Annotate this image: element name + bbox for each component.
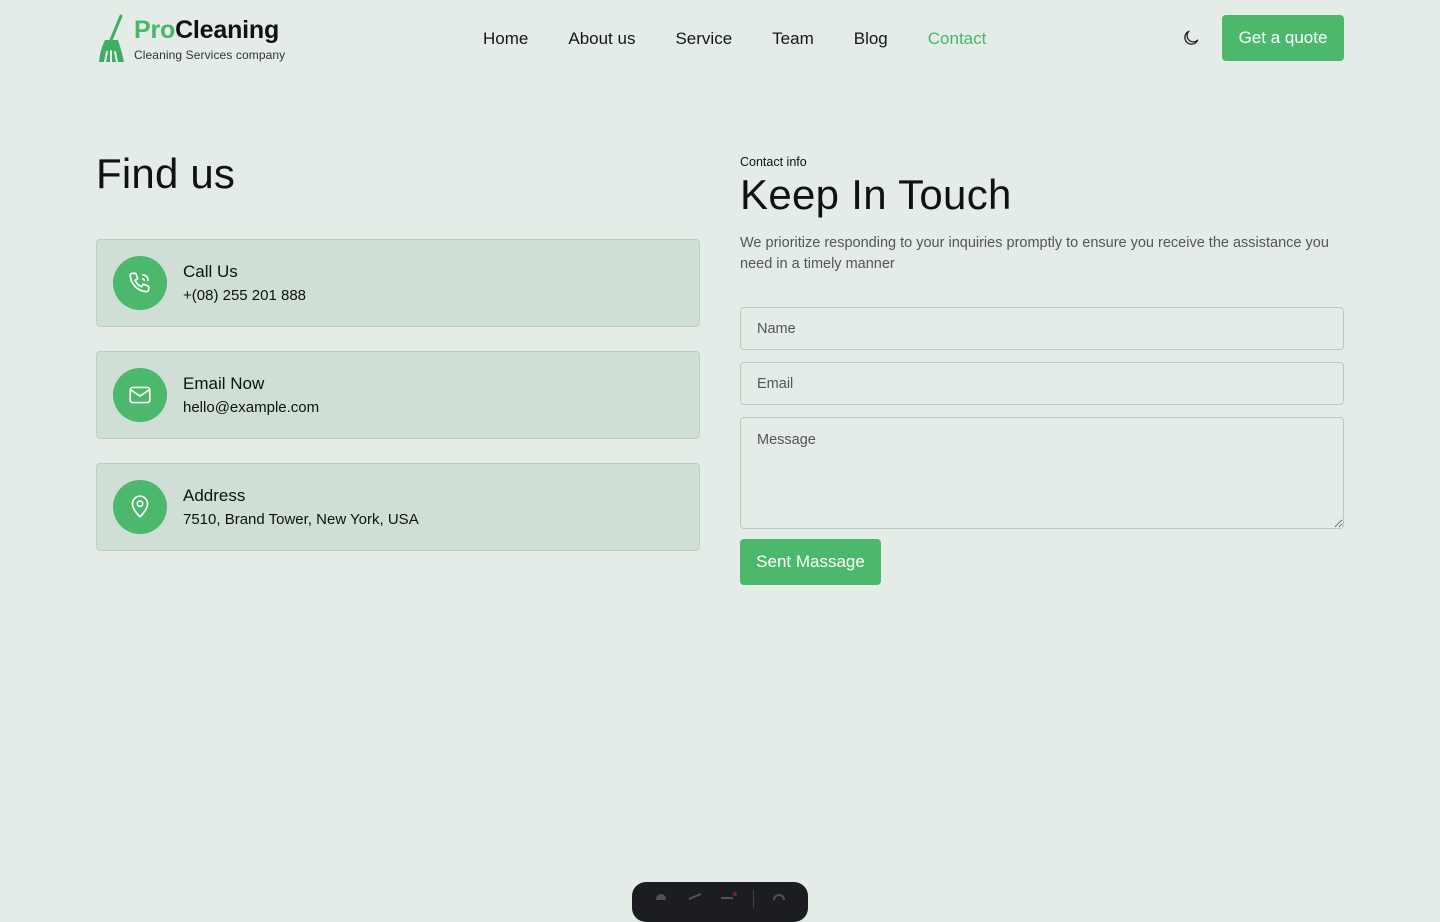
nav-home[interactable]: Home — [483, 29, 528, 49]
location-icon-circle — [113, 480, 167, 534]
call-card-title: Call Us — [183, 262, 238, 281]
theme-toggle-button[interactable] — [1180, 27, 1202, 49]
broom-icon — [99, 14, 124, 63]
site-header: ProCleaning Cleaning Services company Ho… — [96, 0, 1344, 78]
mail-icon — [129, 386, 151, 404]
mail-icon-circle — [113, 368, 167, 422]
floating-toolbar[interactable] — [632, 882, 808, 922]
logo[interactable]: ProCleaning Cleaning Services company — [96, 14, 296, 64]
contact-description: We prioritize responding to your inquiri… — [740, 235, 1329, 272]
brand-tagline: Cleaning Services company — [134, 47, 286, 62]
contact-cards: Call Us +(08) 255 201 888 Email Now hell… — [96, 239, 700, 575]
call-card: Call Us +(08) 255 201 888 — [96, 239, 700, 327]
email-address[interactable]: hello@example.com — [183, 399, 319, 416]
toolbar-tool-icon[interactable] — [719, 890, 738, 900]
phone-number[interactable]: +(08) 255 201 888 — [183, 287, 306, 304]
message-textarea[interactable] — [740, 417, 1344, 529]
nav-service[interactable]: Service — [675, 29, 732, 49]
brand-name: ProCleaning — [134, 15, 285, 44]
send-message-button[interactable]: Sent Massage — [740, 539, 881, 585]
moon-icon — [1184, 30, 1199, 45]
address-card-title: Address — [183, 486, 246, 505]
nav-contact[interactable]: Contact — [928, 29, 987, 49]
nav-blog[interactable]: Blog — [854, 29, 888, 49]
toolbar-tool-icon[interactable] — [652, 890, 670, 900]
location-pin-icon — [131, 495, 149, 518]
toolbar-tool-icon[interactable] — [686, 890, 704, 900]
contact-form: Sent Massage — [740, 307, 1344, 585]
nav-about[interactable]: About us — [568, 29, 635, 49]
contact-form-section: Contact info Keep In Touch We prioritize… — [740, 155, 1344, 585]
get-quote-button[interactable]: Get a quote — [1222, 15, 1344, 61]
email-card: Email Now hello@example.com — [96, 351, 700, 439]
brand-rest: Cleaning — [175, 15, 280, 44]
phone-icon — [129, 272, 150, 293]
address-card: Address 7510, Brand Tower, New York, USA — [96, 463, 700, 551]
email-input[interactable] — [740, 362, 1344, 405]
email-card-title: Email Now — [183, 374, 265, 393]
keep-in-touch-title: Keep In Touch — [740, 171, 1012, 218]
phone-icon-circle — [113, 256, 167, 310]
find-us-title: Find us — [96, 150, 236, 197]
toolbar-divider — [753, 890, 755, 908]
contact-eyebrow: Contact info — [740, 155, 807, 169]
street-address: 7510, Brand Tower, New York, USA — [183, 511, 419, 528]
nav-team[interactable]: Team — [772, 29, 814, 49]
brand-pro: Pro — [134, 15, 176, 44]
main-nav: Home About us Service Team Blog Contact — [483, 0, 986, 78]
settings-icon[interactable] — [770, 890, 788, 900]
name-input[interactable] — [740, 307, 1344, 350]
